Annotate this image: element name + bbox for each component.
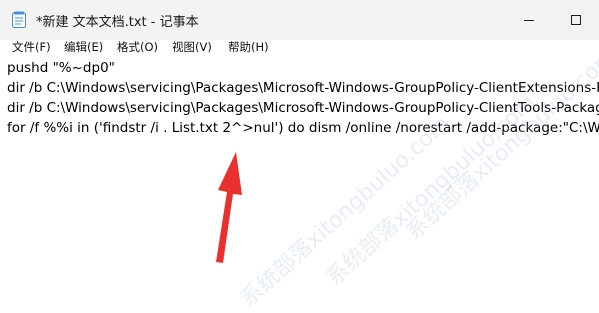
- red-arrow-annotation: [216, 152, 242, 263]
- minimize-icon: [524, 19, 534, 21]
- maximize-icon: [571, 15, 581, 25]
- maximize-button[interactable]: [553, 0, 599, 40]
- menu-edit[interactable]: 编辑(E): [64, 40, 103, 56]
- window-title: *新建 文本文档.txt - 记事本: [36, 15, 199, 30]
- menu-bar: 文件(F) 编辑(E) 格式(O) 视图(V) 帮助(H): [0, 40, 599, 56]
- menu-help[interactable]: 帮助(H): [228, 40, 269, 56]
- menu-view[interactable]: 视图(V): [172, 40, 212, 56]
- notepad-icon: [12, 11, 26, 28]
- minimize-button[interactable]: [506, 0, 552, 40]
- menu-file[interactable]: 文件(F): [12, 40, 51, 56]
- menu-format[interactable]: 格式(O): [117, 40, 158, 56]
- title-bar[interactable]: *新建 文本文档.txt - 记事本: [0, 0, 599, 40]
- editor-line: pushd "%~dp0": [7, 60, 115, 76]
